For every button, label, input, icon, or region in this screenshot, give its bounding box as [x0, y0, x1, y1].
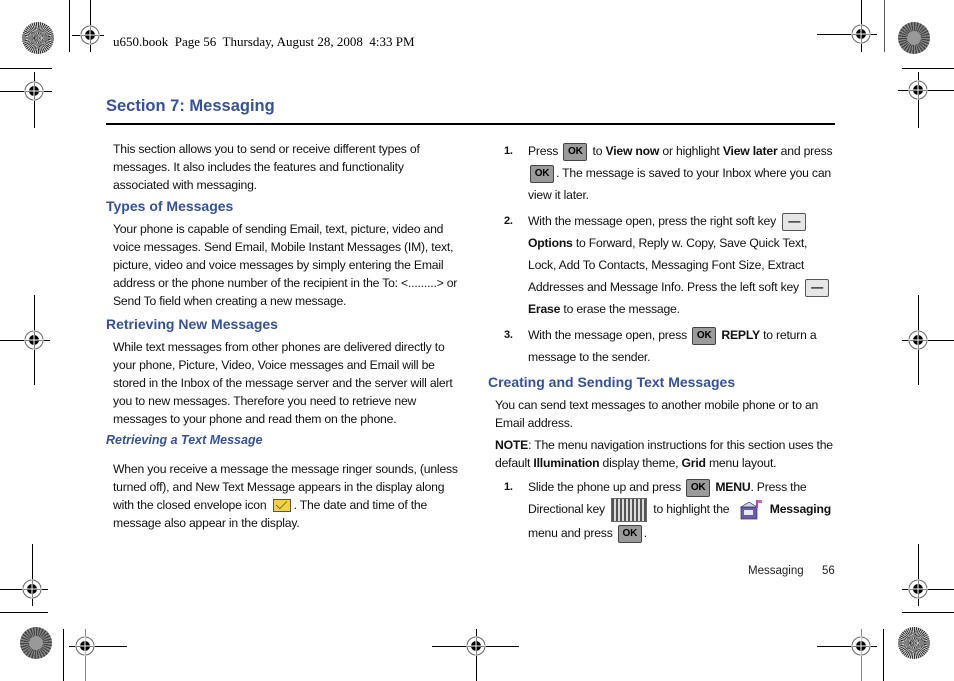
registration-mark-icon — [80, 25, 100, 45]
footer-section-label: Messaging — [748, 565, 804, 577]
heading-retrieving-new-messages: Retrieving New Messages — [106, 316, 278, 332]
crop-mark — [0, 68, 52, 69]
crop-mark — [0, 612, 48, 613]
step-text: to erase the message. — [560, 302, 680, 316]
note-paragraph: NOTE: The menu navigation instructions f… — [495, 436, 838, 472]
step-bold: Options — [528, 236, 573, 250]
text-message-paragraph: When you receive a message the message r… — [113, 460, 458, 532]
step-number: 1. — [504, 481, 513, 493]
crop-mark — [884, 0, 885, 52]
note-bold: Grid — [681, 456, 706, 470]
right-soft-key-icon: — — [782, 212, 807, 231]
step-bold: REPLY — [721, 328, 760, 342]
color-rosette-icon — [898, 22, 930, 54]
note-text: display theme, — [599, 456, 682, 470]
print-slug: u650.book Page 56 Thursday, August 28, 2… — [113, 34, 415, 49]
heading-retrieving-text-message: Retrieving a Text Message — [106, 433, 263, 447]
page-number: 56 — [822, 565, 835, 577]
registration-mark-icon — [851, 24, 871, 44]
step-text: to highlight the — [650, 502, 730, 517]
step-2: 2. With the message open, press the righ… — [488, 210, 838, 320]
ok-key-icon: OK — [692, 326, 717, 345]
note-bold: Illumination — [533, 456, 600, 470]
registration-mark-icon — [22, 579, 42, 599]
step-3: 3. With the message open, press OK REPLY… — [488, 324, 838, 368]
step-text: With the message open, press the right s… — [528, 214, 777, 228]
registration-mark-icon — [908, 579, 928, 599]
registration-mark-icon — [75, 636, 95, 656]
step-text: . The message is saved to your Inbox whe… — [528, 166, 831, 202]
title-rule — [106, 123, 835, 125]
color-rosette-icon — [898, 627, 930, 659]
color-rosette-icon — [20, 627, 52, 659]
retrieving-paragraph: While text messages from other phones ar… — [113, 340, 453, 426]
heading-creating-sending: Creating and Sending Text Messages — [488, 374, 736, 390]
step-bold: Messaging — [769, 502, 831, 517]
ok-key-icon: OK — [530, 164, 554, 183]
step-text: and press — [777, 144, 833, 158]
intro-paragraph: This section allows you to send or recei… — [113, 142, 420, 192]
create-step-1: 1. Slide the phone up and press OK MENU.… — [488, 476, 838, 544]
note-text: menu layout. — [705, 456, 777, 470]
directional-key-icon — [611, 498, 648, 522]
crop-mark — [63, 629, 64, 681]
messaging-menu-icon — [739, 500, 762, 520]
crop-mark — [902, 612, 954, 613]
crop-mark — [69, 0, 70, 52]
step-text: Press — [528, 144, 559, 158]
step-1: 1. Press OK to View now or highlight Vie… — [488, 140, 838, 206]
step-bold: MENU — [715, 480, 751, 494]
step-text: . — [643, 526, 647, 540]
step-text: or highlight — [659, 144, 723, 158]
right-column: 1. Press OK to View now or highlight Vie… — [488, 140, 838, 548]
step-number: 3. — [504, 329, 513, 341]
envelope-icon — [272, 499, 291, 513]
section-title: Section 7: Messaging — [106, 97, 275, 115]
registration-mark-icon — [908, 330, 928, 350]
creating-paragraph: You can send text messages to another mo… — [495, 398, 819, 430]
ok-key-icon: OK — [686, 478, 711, 497]
color-rosette-icon — [22, 22, 54, 54]
step-bold: View later — [722, 144, 778, 158]
left-column: This section allows you to send or recei… — [106, 140, 458, 536]
registration-mark-icon — [851, 636, 871, 656]
ok-key-icon: OK — [563, 142, 588, 161]
step-bold: Erase — [528, 302, 561, 316]
note-label: NOTE — [495, 438, 529, 452]
step-bold: View now — [605, 144, 660, 158]
left-soft-key-icon: — — [805, 278, 830, 297]
ok-key-icon: OK — [617, 524, 642, 543]
registration-mark-icon — [24, 81, 44, 101]
step-text: menu and press — [528, 526, 613, 540]
registration-mark-icon — [466, 636, 486, 656]
step-text: Slide the phone up and press — [528, 480, 681, 494]
crop-mark — [883, 629, 884, 681]
registration-mark-icon — [24, 330, 44, 350]
step-number: 2. — [504, 215, 513, 227]
step-text: With the message open, press — [528, 328, 688, 342]
heading-types-of-messages: Types of Messages — [106, 198, 234, 214]
registration-mark-icon — [908, 80, 928, 100]
step-number: 1. — [504, 145, 513, 157]
types-paragraph: Your phone is capable of sending Email, … — [113, 222, 458, 308]
crop-mark — [902, 68, 954, 69]
